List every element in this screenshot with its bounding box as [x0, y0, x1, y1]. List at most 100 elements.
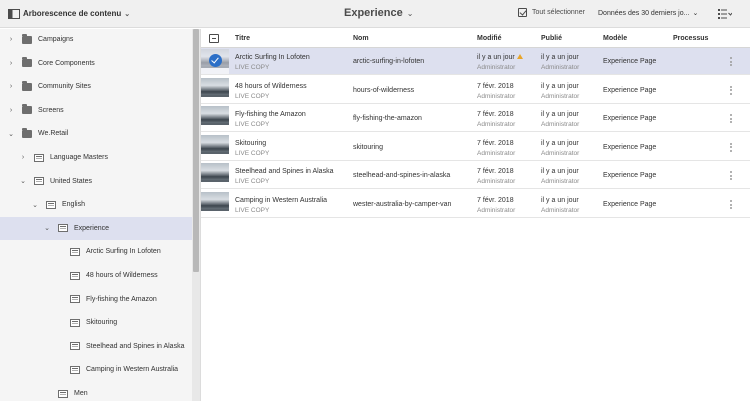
live-copy-badge: LIVE COPY — [235, 121, 270, 129]
page-thumbnail[interactable] — [201, 77, 229, 103]
row-modified-date: il y a un jour — [477, 54, 523, 61]
row-name: wester-australia-by-camper-van — [353, 201, 452, 208]
tree-item-steelhead[interactable]: Steelhead and Spines in Alaska — [0, 335, 192, 358]
chevron-down-icon[interactable]: ⌄ — [43, 224, 51, 232]
rail-title-dropdown[interactable]: Arborescence de contenu ⌄ — [23, 9, 130, 18]
page-title-dropdown[interactable]: Experience ⌄ — [344, 7, 413, 19]
chevron-down-icon: ⌄ — [124, 10, 131, 18]
row-published-by: Administrator — [541, 64, 580, 71]
row-modified-date: 7 févr. 2018 — [477, 111, 514, 118]
column-template[interactable]: Modèle — [603, 35, 627, 42]
select-all-button[interactable]: Tout sélectionner — [518, 8, 585, 17]
tree-item-label: Fly-fishing the Amazon — [86, 295, 157, 303]
chevron-down-icon[interactable]: ⌄ — [7, 130, 15, 138]
table-row[interactable]: Fly-fishing the Amazon LIVE COPY fly-fishi… — [201, 105, 750, 133]
more-actions-icon[interactable] — [730, 171, 732, 181]
table-row[interactable]: Steelhead and Spines in Alaska LIVE COPY s… — [201, 162, 750, 190]
modified-date: 7 févr. 2018 — [477, 82, 514, 90]
select-all-label: Tout sélectionner — [532, 9, 585, 16]
page-icon — [70, 318, 80, 327]
date-filter-dropdown[interactable]: Données des 30 derniers jo... ⌄ — [598, 9, 698, 18]
tree-item-experience[interactable]: ⌄ Experience — [0, 216, 192, 240]
column-published[interactable]: Publié — [541, 35, 562, 42]
tree-item-screens[interactable]: › Screens — [0, 99, 192, 122]
select-all-checkbox[interactable] — [209, 34, 219, 43]
page-thumbnail[interactable] — [201, 134, 229, 160]
table-row[interactable]: Camping in Western Australia LIVE COPY wes… — [201, 191, 750, 218]
tree-item-label: Experience — [74, 224, 110, 232]
page-thumbnail[interactable] — [201, 192, 229, 217]
tree-item-label: English — [62, 201, 85, 209]
row-published-by: Administrator — [541, 149, 580, 157]
row-title[interactable]: Arctic Surfing In Lofoten — [235, 54, 310, 61]
row-title[interactable]: Fly-fishing the Amazon — [235, 111, 306, 118]
tree-item-core-components[interactable]: › Core Components — [0, 52, 192, 75]
tree-item-label: Language Masters — [50, 154, 108, 161]
column-workflow[interactable]: Processus — [673, 35, 708, 42]
chevron-right-icon[interactable]: › — [7, 107, 15, 114]
row-title[interactable]: Camping in Western Australia — [235, 197, 327, 204]
row-published-date: il y a un jour — [541, 197, 579, 204]
column-modified[interactable]: Modifié — [477, 35, 502, 42]
folder-icon — [22, 127, 32, 138]
page-title: Experience — [344, 7, 403, 19]
more-actions-icon[interactable] — [730, 200, 732, 209]
tree-item-label: Campaigns — [38, 36, 74, 43]
row-title[interactable]: Skitouring — [235, 140, 266, 147]
rail-scrollbar-thumb[interactable] — [193, 29, 199, 272]
view-switch-button[interactable] — [718, 8, 732, 19]
tree-item-we-retail[interactable]: ⌄ We.Retail — [0, 122, 192, 145]
chevron-right-icon[interactable]: › — [19, 154, 27, 161]
chevron-right-icon[interactable]: › — [7, 36, 15, 43]
chevron-right-icon[interactable]: › — [7, 60, 15, 67]
more-actions-icon[interactable] — [730, 57, 732, 66]
tree-item-skitouring[interactable]: Skitouring — [0, 311, 192, 334]
table-row[interactable]: 48 hours of Wilderness LIVE COPY hours-of-… — [201, 77, 750, 104]
row-name: steelhead-and-spines-in-alaska — [353, 172, 451, 180]
row-title[interactable]: Steelhead and Spines in Alaska — [235, 168, 333, 175]
checkbox-icon — [518, 8, 527, 17]
tree-item-label: Core Components — [38, 59, 95, 67]
table-row[interactable]: Skitouring LIVE COPY skitouring 7 févr. 201… — [201, 134, 750, 161]
tree-item-english[interactable]: ⌄ English — [0, 193, 192, 216]
rail-toggle-icon[interactable] — [8, 8, 20, 20]
page-icon — [34, 153, 44, 162]
live-copy-badge: LIVE COPY — [235, 149, 270, 157]
row-modified-date: 7 févr. 2018 — [477, 197, 514, 204]
tree-item-campaigns[interactable]: › Campaigns — [0, 29, 192, 51]
column-name[interactable]: Nom — [353, 35, 369, 42]
modified-date: 7 févr. 2018 — [477, 139, 514, 147]
rail-title-label: Arborescence de contenu — [23, 9, 122, 18]
more-actions-icon[interactable] — [730, 114, 732, 124]
tree-item-camping[interactable]: Camping in Western Australia — [0, 358, 192, 381]
row-template: Experience Page — [603, 172, 657, 180]
live-copy-badge: LIVE COPY — [235, 178, 270, 186]
more-actions-icon[interactable] — [730, 85, 732, 95]
page-icon — [46, 200, 56, 209]
tree-item-community-sites[interactable]: › Community Sites — [0, 75, 192, 98]
page-thumbnail[interactable] — [201, 106, 229, 132]
chevron-down-icon[interactable]: ⌄ — [19, 177, 27, 185]
checkmark-icon[interactable] — [209, 54, 222, 67]
rail-scrollbar[interactable] — [192, 29, 200, 401]
row-published-by: Administrator — [541, 178, 580, 186]
chevron-right-icon[interactable]: › — [7, 83, 15, 90]
row-title[interactable]: 48 hours of Wilderness — [235, 83, 307, 90]
tree-item-arctic-surfing[interactable]: Arctic Surfing In Lofoten — [0, 240, 192, 263]
folder-icon — [22, 57, 32, 68]
table-row[interactable]: Arctic Surfing In Lofoten LIVE COPY arctic… — [201, 48, 750, 75]
row-template: Experience Page — [603, 58, 657, 65]
chevron-down-icon[interactable]: ⌄ — [31, 201, 39, 209]
row-modified-date: 7 févr. 2018 — [477, 83, 514, 90]
tree-item-language-masters[interactable]: › Language Masters — [0, 146, 192, 169]
tree-item-men[interactable]: Men — [0, 382, 192, 401]
column-title[interactable]: Titre — [235, 35, 250, 42]
page-thumbnail[interactable] — [201, 163, 229, 189]
tree-item-fly-fishing[interactable]: Fly-fishing the Amazon — [0, 288, 192, 311]
more-actions-icon[interactable] — [730, 142, 732, 152]
live-copy-badge: LIVE COPY — [235, 92, 270, 100]
warning-icon — [516, 54, 523, 59]
page-icon — [70, 342, 80, 351]
tree-item-48-hours[interactable]: 48 hours of Wilderness — [0, 264, 192, 287]
tree-item-united-states[interactable]: ⌄ United States — [0, 170, 192, 193]
